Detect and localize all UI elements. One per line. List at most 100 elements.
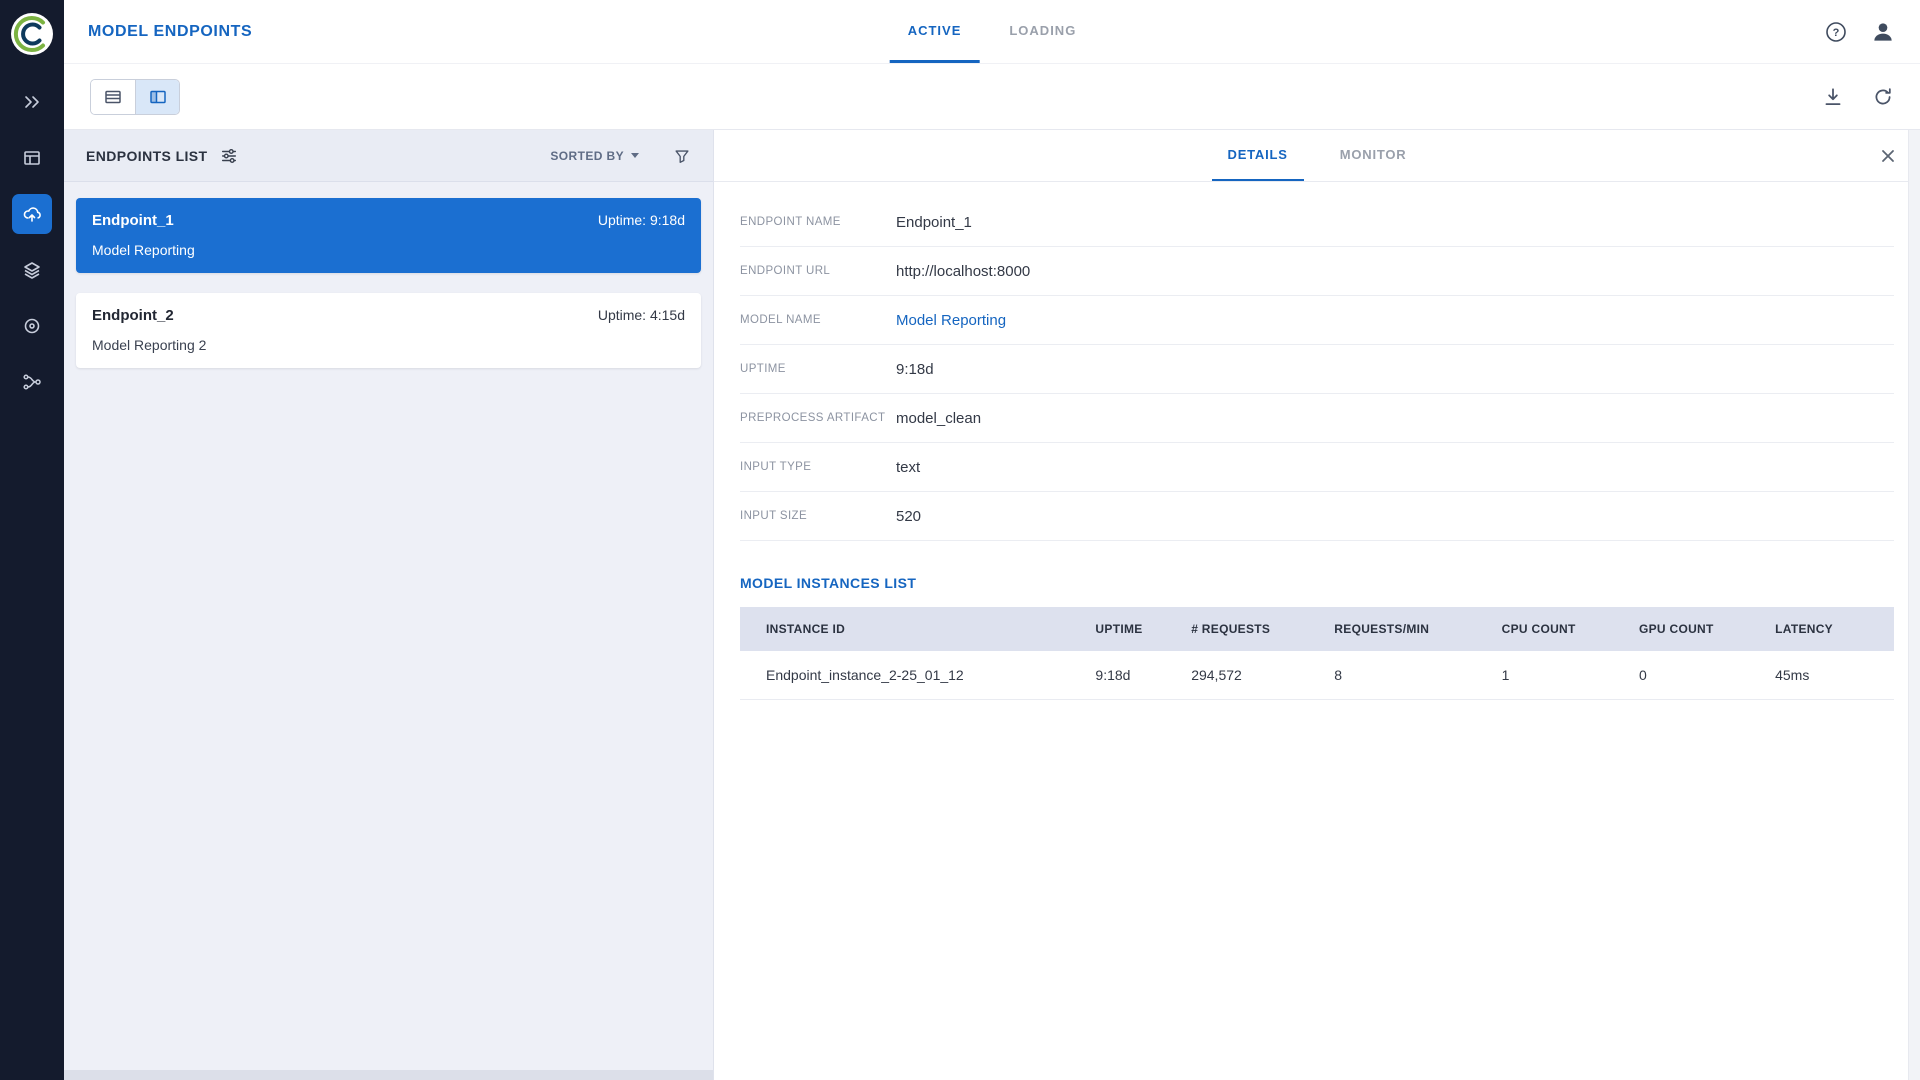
column-header: REQUESTS/MIN bbox=[1334, 607, 1501, 651]
endpoint-uptime: Uptime: 4:15d bbox=[598, 307, 685, 323]
table-view-toggle[interactable] bbox=[91, 80, 135, 114]
vertical-scrollbar[interactable] bbox=[1908, 130, 1920, 1080]
instance-rpm-cell: 8 bbox=[1334, 651, 1501, 699]
field-label: INPUT TYPE bbox=[740, 461, 896, 473]
details-tab-bar: DETAILS MONITOR bbox=[714, 130, 1920, 182]
instances-header-row: INSTANCE ID UPTIME # REQUESTS REQUESTS/M… bbox=[740, 607, 1894, 651]
field-label: PREPROCESS ARTIFACT bbox=[740, 412, 896, 424]
clearml-logo[interactable] bbox=[10, 12, 54, 56]
filter-funnel-button[interactable] bbox=[673, 147, 691, 165]
tab-loading[interactable]: LOADING bbox=[991, 0, 1094, 63]
detail-field-row: PREPROCESS ARTIFACT model_clean bbox=[740, 394, 1894, 443]
horizontal-scrollbar[interactable] bbox=[64, 1070, 713, 1080]
endpoints-list-title: ENDPOINTS LIST bbox=[86, 148, 208, 164]
content-area: ENDPOINTS LIST SORTED BY bbox=[64, 130, 1920, 1080]
tab-details[interactable]: DETAILS bbox=[1212, 130, 1304, 181]
sidebar-item-reports[interactable] bbox=[12, 362, 52, 402]
field-value: model_clean bbox=[896, 410, 981, 427]
sidebar-item-pipelines[interactable] bbox=[12, 306, 52, 346]
field-label: MODEL NAME bbox=[740, 314, 896, 326]
endpoint-model: Model Reporting bbox=[92, 242, 685, 258]
sidebar-item-projects[interactable] bbox=[12, 82, 52, 122]
sidebar-item-datasets[interactable] bbox=[12, 250, 52, 290]
field-value: Endpoint_1 bbox=[896, 214, 972, 231]
grid-icon bbox=[22, 148, 42, 168]
model-name-link[interactable]: Model Reporting bbox=[896, 312, 1006, 329]
field-label: INPUT SIZE bbox=[740, 510, 896, 522]
filter-funnel-icon bbox=[673, 147, 691, 165]
field-value: http://localhost:8000 bbox=[896, 263, 1030, 280]
model-endpoints-icon bbox=[22, 204, 42, 224]
instance-id-cell: Endpoint_instance_2-25_01_12 bbox=[740, 651, 1095, 699]
detail-field-row: INPUT SIZE 520 bbox=[740, 492, 1894, 541]
sidebar-item-workers-queues[interactable] bbox=[12, 138, 52, 178]
endpoint-name: Endpoint_1 bbox=[92, 212, 174, 229]
endpoint-uptime: Uptime: 9:18d bbox=[598, 212, 685, 228]
help-icon: ? bbox=[1824, 20, 1848, 44]
endpoints-list-panel: ENDPOINTS LIST SORTED BY bbox=[64, 130, 714, 1080]
logo-icon bbox=[10, 12, 54, 56]
auto-refresh-button[interactable] bbox=[1872, 86, 1894, 108]
view-toggle-group bbox=[90, 79, 180, 115]
instance-gpu-cell: 0 bbox=[1639, 651, 1775, 699]
detail-field-row: MODEL NAME Model Reporting bbox=[740, 296, 1894, 345]
field-value: 520 bbox=[896, 508, 921, 525]
detail-field-row: INPUT TYPE text bbox=[740, 443, 1894, 492]
table-view-icon bbox=[103, 87, 123, 107]
endpoint-card-header: Endpoint_2 Uptime: 4:15d bbox=[92, 307, 685, 324]
user-avatar-button[interactable] bbox=[1870, 19, 1896, 45]
close-icon bbox=[1878, 146, 1898, 166]
pipeline-icon bbox=[22, 372, 42, 392]
field-label: ENDPOINT URL bbox=[740, 265, 896, 277]
tab-monitor[interactable]: MONITOR bbox=[1324, 130, 1423, 181]
endpoint-name: Endpoint_2 bbox=[92, 307, 174, 324]
view-toolbar bbox=[64, 64, 1920, 130]
sorted-by-dropdown[interactable]: SORTED BY bbox=[550, 149, 639, 163]
instance-latency-cell: 45ms bbox=[1775, 651, 1894, 699]
close-details-button[interactable] bbox=[1878, 146, 1898, 166]
instance-cpu-cell: 1 bbox=[1502, 651, 1639, 699]
instance-row[interactable]: Endpoint_instance_2-25_01_12 9:18d 294,5… bbox=[740, 651, 1894, 699]
tune-icon bbox=[220, 147, 238, 165]
caret-down-icon bbox=[631, 153, 639, 158]
detail-field-row: UPTIME 9:18d bbox=[740, 345, 1894, 394]
field-label: UPTIME bbox=[740, 363, 896, 375]
instance-requests-cell: 294,572 bbox=[1191, 651, 1334, 699]
column-header: INSTANCE ID bbox=[740, 607, 1095, 651]
endpoint-card-header: Endpoint_1 Uptime: 9:18d bbox=[92, 212, 685, 229]
sidebar-item-model-endpoints[interactable] bbox=[12, 194, 52, 234]
endpoint-state-tabs: ACTIVE LOADING bbox=[884, 0, 1101, 63]
main-column: MODEL ENDPOINTS ACTIVE LOADING ? bbox=[64, 0, 1920, 1080]
column-header: LATENCY bbox=[1775, 607, 1894, 651]
split-view-toggle[interactable] bbox=[135, 80, 179, 114]
page-title: MODEL ENDPOINTS bbox=[88, 23, 252, 41]
model-instances-table: INSTANCE ID UPTIME # REQUESTS REQUESTS/M… bbox=[740, 607, 1894, 700]
sorted-by-label: SORTED BY bbox=[550, 149, 624, 163]
tune-filter-button[interactable] bbox=[220, 147, 238, 165]
model-instances-title: MODEL INSTANCES LIST bbox=[740, 575, 1894, 591]
top-header: MODEL ENDPOINTS ACTIVE LOADING ? bbox=[64, 0, 1920, 64]
column-header: UPTIME bbox=[1095, 607, 1191, 651]
endpoint-details-panel: DETAILS MONITOR ENDPOINT NAME Endpoint_1 bbox=[714, 130, 1920, 1080]
endpoints-list-header: ENDPOINTS LIST SORTED BY bbox=[64, 130, 713, 182]
field-value: text bbox=[896, 459, 920, 476]
detail-field-row: ENDPOINT URL http://localhost:8000 bbox=[740, 247, 1894, 296]
endpoint-card[interactable]: Endpoint_1 Uptime: 9:18d Model Reporting bbox=[76, 198, 701, 273]
endpoints-card-list: Endpoint_1 Uptime: 9:18d Model Reporting… bbox=[64, 182, 713, 1070]
disc-icon bbox=[22, 316, 42, 336]
help-button[interactable]: ? bbox=[1824, 20, 1848, 44]
endpoint-model: Model Reporting 2 bbox=[92, 337, 685, 353]
svg-text:?: ? bbox=[1833, 27, 1840, 39]
tab-active[interactable]: ACTIVE bbox=[890, 0, 980, 63]
layers-icon bbox=[22, 260, 42, 280]
field-label: ENDPOINT NAME bbox=[740, 216, 896, 228]
user-avatar-icon bbox=[1870, 19, 1896, 45]
split-view-icon bbox=[148, 87, 168, 107]
double-chevron-icon bbox=[22, 92, 42, 112]
download-button[interactable] bbox=[1822, 86, 1844, 108]
field-value: 9:18d bbox=[896, 361, 934, 378]
topbar-actions: ? bbox=[1824, 19, 1896, 45]
detail-field-row: ENDPOINT NAME Endpoint_1 bbox=[740, 198, 1894, 247]
column-header: GPU COUNT bbox=[1639, 607, 1775, 651]
endpoint-card[interactable]: Endpoint_2 Uptime: 4:15d Model Reporting… bbox=[76, 293, 701, 368]
